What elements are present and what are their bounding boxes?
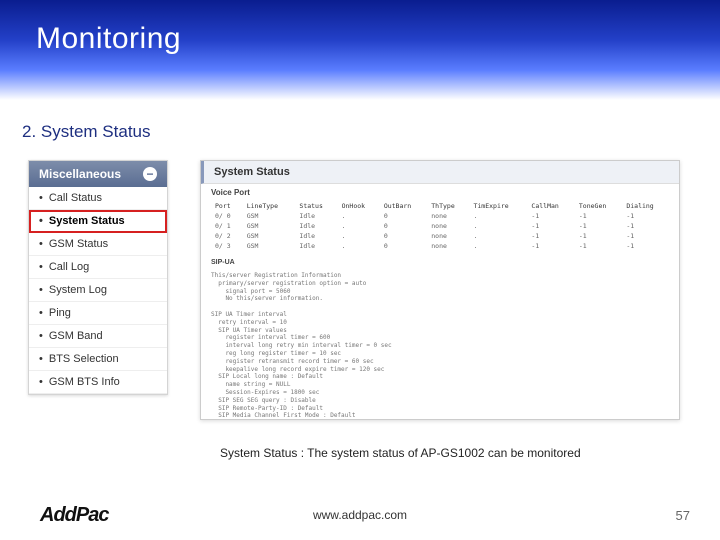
footer-url: www.addpac.com [313, 508, 407, 522]
voice-port-table: Port LineType Status OnHook OutBarn ThTy… [211, 201, 670, 251]
table-cell: . [338, 231, 380, 241]
table-cell: Idle [295, 221, 337, 231]
sidebar-item-label: Ping [49, 307, 71, 319]
section-subtitle: 2. System Status [22, 122, 720, 142]
th: CallMan [527, 201, 574, 211]
sidebar-item-label: Call Log [49, 261, 89, 273]
table-cell: -1 [575, 231, 622, 241]
table-cell: . [469, 221, 527, 231]
table-cell: Idle [295, 211, 337, 221]
table-cell: -1 [622, 241, 670, 251]
table-cell: none [427, 221, 469, 231]
th: TimExpire [469, 201, 527, 211]
table-cell: . [338, 241, 380, 251]
table-cell: 0/ 2 [211, 231, 243, 241]
miscellaneous-sidebar: Miscellaneous − Call Status System Statu… [28, 160, 168, 395]
table-cell: -1 [622, 221, 670, 231]
collapse-icon[interactable]: − [143, 167, 157, 181]
table-cell: 0/ 3 [211, 241, 243, 251]
content-canvas: Miscellaneous − Call Status System Statu… [20, 160, 700, 460]
brand-logo: AddPac [40, 504, 108, 527]
table-cell: 0 [380, 211, 427, 221]
sidebar-header[interactable]: Miscellaneous − [29, 161, 167, 187]
table-cell: none [427, 241, 469, 251]
sidebar-item-label: GSM BTS Info [49, 376, 120, 388]
sip-ua-label: SIP-UA [201, 255, 679, 268]
table-cell: -1 [527, 211, 574, 221]
sidebar-item-label: Call Status [49, 192, 102, 204]
sidebar-item-gsm-status[interactable]: GSM Status [29, 233, 167, 256]
sidebar-item-gsm-bts-info[interactable]: GSM BTS Info [29, 371, 167, 394]
table-cell: 0/ 0 [211, 211, 243, 221]
slide-header: Monitoring [0, 0, 720, 100]
slide-footer: AddPac www.addpac.com 57 [0, 500, 720, 530]
sidebar-item-system-status[interactable]: System Status [29, 210, 167, 233]
sidebar-item-label: System Log [49, 284, 107, 296]
table-row: 0/ 0GSMIdle.0none.-1-1-1 [211, 211, 670, 221]
th: OutBarn [380, 201, 427, 211]
table-cell: 0 [380, 231, 427, 241]
table-cell: -1 [527, 241, 574, 251]
th: Dialing [622, 201, 670, 211]
th: ThType [427, 201, 469, 211]
table-cell: . [469, 231, 527, 241]
table-cell: GSM [243, 231, 296, 241]
th: LineType [243, 201, 296, 211]
table-cell: -1 [575, 211, 622, 221]
voice-port-label: Voice Port [201, 184, 679, 199]
table-cell: -1 [622, 231, 670, 241]
sidebar-item-label: System Status [49, 215, 125, 227]
th: Port [211, 201, 243, 211]
sidebar-item-label: GSM Band [49, 330, 103, 342]
table-cell: 0 [380, 221, 427, 231]
table-cell: 0/ 1 [211, 221, 243, 231]
table-header-row: Port LineType Status OnHook OutBarn ThTy… [211, 201, 670, 211]
table-cell: 0 [380, 241, 427, 251]
table-row: 0/ 2GSMIdle.0none.-1-1-1 [211, 231, 670, 241]
sidebar-item-ping[interactable]: Ping [29, 302, 167, 325]
table-cell: . [338, 221, 380, 231]
table-cell: . [338, 211, 380, 221]
sidebar-item-gsm-band[interactable]: GSM Band [29, 325, 167, 348]
sip-config-text: This/server Registration Information pri… [201, 270, 679, 420]
system-status-panel: System Status Voice Port Port LineType S… [200, 160, 680, 420]
table-cell: GSM [243, 211, 296, 221]
table-cell: . [469, 241, 527, 251]
table-cell: Idle [295, 241, 337, 251]
sidebar-item-call-status[interactable]: Call Status [29, 187, 167, 210]
table-cell: none [427, 211, 469, 221]
sidebar-item-bts-selection[interactable]: BTS Selection [29, 348, 167, 371]
panel-title: System Status [201, 161, 679, 184]
sidebar-list: Call Status System Status GSM Status Cal… [29, 187, 167, 394]
table-cell: -1 [527, 231, 574, 241]
table-row: 0/ 1GSMIdle.0none.-1-1-1 [211, 221, 670, 231]
page-number: 57 [676, 508, 690, 523]
sidebar-item-system-log[interactable]: System Log [29, 279, 167, 302]
th: ToneGen [575, 201, 622, 211]
table-cell: -1 [575, 221, 622, 231]
table-cell: Idle [295, 231, 337, 241]
sidebar-item-label: GSM Status [49, 238, 108, 250]
table-row: 0/ 3GSMIdle.0none.-1-1-1 [211, 241, 670, 251]
sidebar-header-label: Miscellaneous [39, 167, 121, 181]
table-cell: -1 [575, 241, 622, 251]
sidebar-item-call-log[interactable]: Call Log [29, 256, 167, 279]
page-title: Monitoring [36, 22, 720, 56]
table-cell: none [427, 231, 469, 241]
table-cell: GSM [243, 241, 296, 251]
caption-text: System Status : The system status of AP-… [220, 446, 581, 460]
table-cell: -1 [527, 221, 574, 231]
table-cell: -1 [622, 211, 670, 221]
table-cell: GSM [243, 221, 296, 231]
th: Status [295, 201, 337, 211]
th: OnHook [338, 201, 380, 211]
sidebar-item-label: BTS Selection [49, 353, 119, 365]
table-cell: . [469, 211, 527, 221]
